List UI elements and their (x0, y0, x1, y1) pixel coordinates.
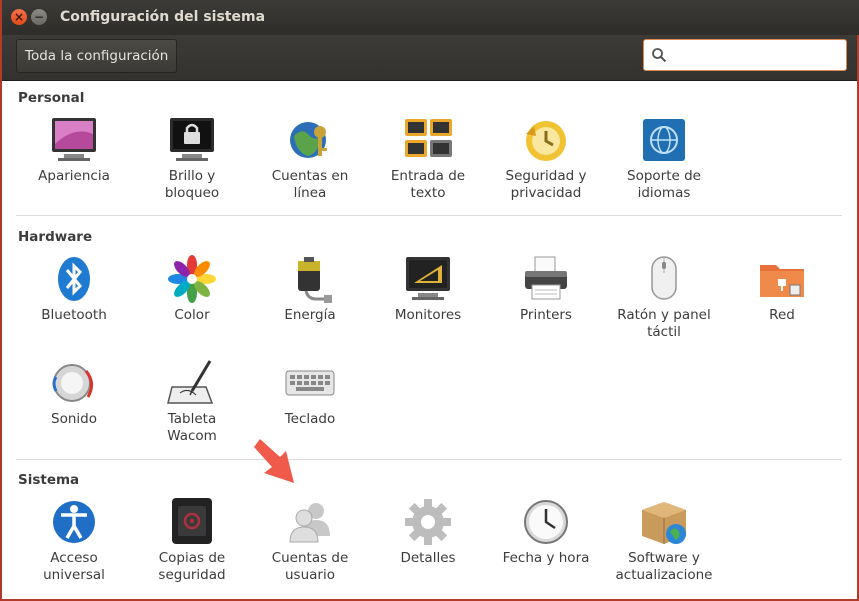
item-label: usuario (285, 567, 335, 583)
item-teclado[interactable]: Teclado (255, 357, 365, 428)
details-icon (402, 496, 454, 548)
item-label: Wacom (167, 428, 217, 444)
settings-content: Personal Apariencia Brillo y bloqueo Cuen… (2, 81, 857, 599)
section-title-personal: Personal (18, 90, 85, 106)
toolbar: Toda la configuración (2, 35, 857, 81)
item-printers[interactable]: Printers (491, 253, 601, 324)
item-label: privacidad (510, 185, 582, 201)
item-label: Copias de (158, 550, 226, 566)
item-cuentas-en-linea[interactable]: Cuentas en línea (255, 114, 365, 202)
item-apariencia[interactable]: Apariencia (19, 114, 129, 185)
item-label: Tableta (167, 411, 217, 427)
item-label: actualizacione (615, 567, 713, 583)
section-title-sistema: Sistema (18, 472, 80, 488)
network-icon (756, 253, 808, 305)
item-label: Detalles (400, 550, 456, 566)
universal-access-icon (48, 496, 100, 548)
item-label: Energía (284, 307, 336, 323)
date-time-icon (520, 496, 572, 548)
mouse-icon (638, 253, 690, 305)
item-label: universal (43, 567, 105, 583)
item-label: Acceso (50, 550, 98, 566)
section-divider (16, 215, 842, 216)
search-icon (652, 48, 667, 63)
brightness-lock-icon (166, 114, 218, 166)
minimize-button[interactable]: − (31, 9, 47, 25)
item-label: Color (174, 307, 210, 323)
window-title: Configuración del sistema (60, 9, 266, 25)
item-tableta-wacom[interactable]: Tableta Wacom (137, 357, 247, 445)
item-energia[interactable]: Energía (255, 253, 365, 324)
sound-icon (48, 357, 100, 409)
item-software-actualizaciones[interactable]: Software y actualizacione (609, 496, 719, 584)
item-label: Printers (520, 307, 572, 323)
section-title-hardware: Hardware (18, 229, 93, 245)
item-copias-seguridad[interactable]: Copias de seguridad (137, 496, 247, 584)
item-label: Software y (628, 550, 700, 566)
keyboard-icon (284, 357, 336, 409)
backup-icon (166, 496, 218, 548)
item-label: táctil (647, 324, 681, 340)
item-label: bloqueo (164, 185, 220, 201)
text-entry-icon (402, 114, 454, 166)
item-detalles[interactable]: Detalles (373, 496, 483, 567)
displays-icon (402, 253, 454, 305)
all-settings-button[interactable]: Toda la configuración (16, 39, 178, 73)
item-brillo-bloqueo[interactable]: Brillo y bloqueo (137, 114, 247, 202)
item-fecha-hora[interactable]: Fecha y hora (491, 496, 601, 567)
item-acceso-universal[interactable]: Acceso universal (19, 496, 129, 584)
software-updates-icon (638, 496, 690, 548)
user-accounts-icon (284, 496, 336, 548)
online-accounts-icon (284, 114, 336, 166)
search-field[interactable] (643, 39, 847, 71)
item-red[interactable]: Red (727, 253, 837, 324)
item-label: Bluetooth (41, 307, 107, 323)
item-label: Seguridad y (505, 168, 587, 184)
item-label: Apariencia (38, 168, 110, 184)
item-bluetooth[interactable]: Bluetooth (19, 253, 129, 324)
item-label: Ratón y panel (617, 307, 711, 323)
item-cuentas-usuario[interactable]: Cuentas de usuario (255, 496, 365, 584)
title-bar: × − Configuración del sistema (2, 0, 859, 35)
wacom-tablet-icon (166, 357, 218, 409)
item-label: Brillo y (168, 168, 216, 184)
item-label: Sonido (51, 411, 97, 427)
item-seguridad-privacidad[interactable]: Seguridad y privacidad (491, 114, 601, 202)
item-label: Cuentas en (271, 168, 349, 184)
language-support-icon (638, 114, 690, 166)
appearance-icon (48, 114, 100, 166)
item-label: Fecha y hora (502, 550, 590, 566)
search-input[interactable] (672, 44, 844, 68)
item-entrada-texto[interactable]: Entrada de texto (373, 114, 483, 202)
item-label: Red (769, 307, 795, 323)
item-label: línea (293, 185, 327, 201)
bluetooth-icon (48, 253, 100, 305)
item-label: Teclado (284, 411, 336, 427)
pointer-arrow-icon (254, 439, 294, 483)
color-icon (166, 253, 218, 305)
item-label: texto (410, 185, 446, 201)
item-sonido[interactable]: Sonido (19, 357, 129, 428)
item-label: Soporte de (627, 168, 701, 184)
item-label: Monitores (394, 307, 462, 323)
item-monitores[interactable]: Monitores (373, 253, 483, 324)
close-button[interactable]: × (11, 9, 27, 25)
printer-icon (520, 253, 572, 305)
item-soporte-idiomas[interactable]: Soporte de idiomas (609, 114, 719, 202)
power-icon (284, 253, 336, 305)
item-label: idiomas (637, 185, 691, 201)
settings-window: × − Configuración del sistema Toda la co… (0, 0, 859, 601)
item-label: Entrada de (390, 168, 466, 184)
item-color[interactable]: Color (137, 253, 247, 324)
security-privacy-icon (520, 114, 572, 166)
item-label: Cuentas de (271, 550, 349, 566)
item-label: seguridad (158, 567, 226, 583)
item-raton-panel[interactable]: Ratón y panel táctil (609, 253, 719, 341)
section-divider (16, 459, 842, 460)
